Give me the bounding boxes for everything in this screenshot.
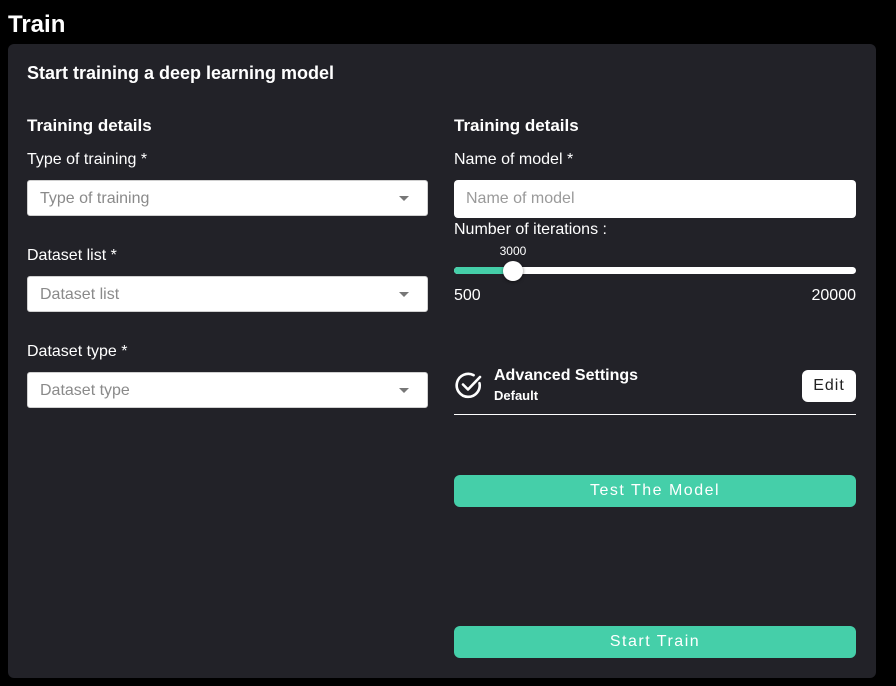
iterations-min-label: 500	[454, 287, 481, 304]
iterations-max-label: 20000	[811, 287, 857, 304]
edit-button[interactable]: Edit	[802, 370, 856, 402]
chevron-down-icon	[399, 292, 409, 297]
chevron-down-icon	[399, 196, 409, 201]
iterations-label: Number of iterations :	[454, 221, 607, 238]
start-train-button[interactable]: Start Train	[454, 626, 856, 658]
panel-heading: Start training a deep learning model	[27, 63, 335, 83]
chevron-down-icon	[399, 388, 409, 393]
model-name-input[interactable]	[454, 180, 856, 218]
training-panel: Start training a deep learning model Tra…	[8, 44, 876, 678]
check-circle-icon	[455, 372, 482, 399]
page-title: Train	[8, 11, 66, 38]
advanced-settings-subtitle: Default	[494, 388, 539, 403]
dataset-type-select[interactable]: Dataset type	[27, 372, 428, 408]
left-section-heading: Training details	[27, 116, 152, 135]
test-model-button[interactable]: Test The Model	[454, 475, 856, 507]
advanced-settings-title: Advanced Settings	[494, 367, 639, 384]
model-name-label: Name of model *	[454, 151, 574, 168]
dataset-list-select[interactable]: Dataset list	[27, 276, 428, 312]
dataset-type-placeholder: Dataset type	[40, 382, 130, 399]
dataset-type-label: Dataset type *	[27, 343, 128, 360]
iterations-value-label: 3000	[499, 244, 527, 258]
dataset-list-placeholder: Dataset list	[40, 286, 120, 303]
right-section-heading: Training details	[454, 116, 579, 135]
slider-thumb[interactable]	[502, 261, 523, 281]
type-of-training-select[interactable]: Type of training	[27, 180, 428, 216]
advanced-settings-row: Advanced Settings Default Edit	[454, 366, 856, 415]
dataset-list-label: Dataset list *	[27, 247, 117, 264]
iterations-slider[interactable]	[454, 261, 856, 281]
type-of-training-label: Type of training *	[27, 151, 148, 168]
type-of-training-placeholder: Type of training	[40, 190, 150, 207]
